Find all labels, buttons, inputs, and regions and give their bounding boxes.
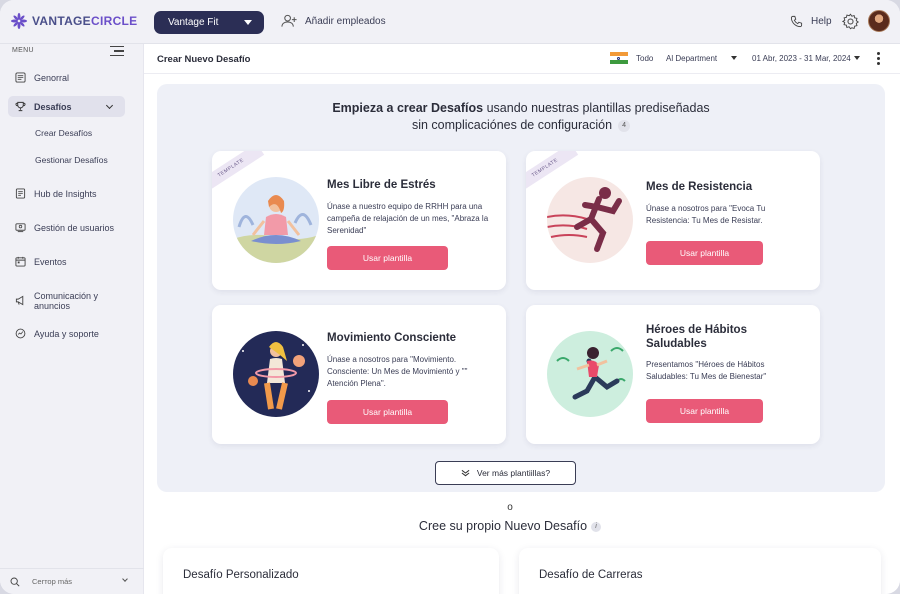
page-header: Crear Nuevo Desafío Todo Al Department 0… xyxy=(144,44,900,74)
meditation-illustration xyxy=(233,177,319,263)
brand-logo[interactable]: VANTAGECIRCLE xyxy=(10,12,137,30)
sidebar-search-label: Cerтор más xyxy=(32,577,73,586)
sidebar-item-label: Comunicación y anuncios xyxy=(34,290,99,311)
sidebar-item-general[interactable]: Genorral xyxy=(8,67,125,88)
gear-icon[interactable] xyxy=(842,13,859,30)
calendar-icon xyxy=(15,256,26,267)
support-icon xyxy=(15,328,26,339)
search-icon xyxy=(10,577,20,587)
sidebar-item-support[interactable]: Ayuda y soporte xyxy=(8,323,125,344)
template-card-mindful-movement: Movimiento Consciente Únase a nosotros p… xyxy=(212,305,506,444)
use-template-button[interactable]: Usar plantilla xyxy=(646,399,763,423)
headline-rest: usando nuestras plantillas prediseñadas xyxy=(483,101,710,115)
sidebar-item-label: Eventos xyxy=(34,256,67,267)
sidebar-subitem-create-challenges[interactable]: Crear Desafíos xyxy=(35,128,92,138)
sidebar-item-communication[interactable]: Comunicación y anuncios xyxy=(8,288,125,313)
vantage-circle-logo-icon xyxy=(10,12,28,30)
user-avatar[interactable] xyxy=(868,10,890,32)
trophy-icon xyxy=(15,101,26,112)
info-icon[interactable]: i xyxy=(591,521,602,532)
users-icon xyxy=(15,223,26,233)
brand-name-part2: CIRCLE xyxy=(91,14,138,28)
card-title: Mes de Resistencia xyxy=(646,181,753,193)
caret-down-icon[interactable] xyxy=(731,56,737,60)
india-flag-icon[interactable] xyxy=(610,52,628,64)
create-own-title: Cree su propio Nuevo Desafío i xyxy=(144,519,876,533)
use-template-button[interactable]: Usar plantilla xyxy=(327,246,448,270)
brand-name: VANTAGECIRCLE xyxy=(32,14,137,28)
template-card-healthy-habits: Héroes de Hábitos Saludables Presentamos… xyxy=(526,305,820,444)
healthy-habits-illustration xyxy=(547,331,633,417)
template-card-endurance: TEMPLATE Mes de Resistencia Únase a noso… xyxy=(526,151,820,290)
sidebar-item-events[interactable]: Eventos xyxy=(8,251,125,272)
mindful-illustration xyxy=(233,331,319,417)
scope-filter[interactable]: Todo xyxy=(636,54,653,63)
headline-bold: Empieza a crear Desafíos xyxy=(332,101,484,115)
help-button[interactable]: Help xyxy=(790,15,832,28)
megaphone-icon xyxy=(15,295,24,306)
product-select[interactable]: Vantage Fit xyxy=(154,11,264,34)
sidebar-item-label: Ayuda y soporte xyxy=(34,328,99,339)
sidebar: MENU Genorral Desafíos Crear Desafíos Ge… xyxy=(0,44,144,594)
headline-line2: sin complicaciónes de configuración xyxy=(411,118,613,132)
add-user-icon xyxy=(281,14,297,27)
use-template-button[interactable]: Usar plantilla xyxy=(327,400,448,424)
sidebar-search[interactable]: Cerтор más xyxy=(0,568,144,594)
brand-name-part1: VANTAGE xyxy=(32,14,91,28)
template-count-badge: 4 xyxy=(618,119,631,132)
sidebar-item-label: Gestión de usuarios xyxy=(34,222,115,233)
caret-down-icon xyxy=(244,20,252,25)
sidebar-subitem-manage-challenges[interactable]: Gestionar Desafíos xyxy=(35,155,108,165)
chevron-down-icon[interactable] xyxy=(105,101,114,110)
sidebar-item-label: Hub de Insights xyxy=(34,188,97,199)
page-title: Crear Nuevo Desafío xyxy=(157,54,251,65)
custom-challenge-title: Desafío Personalizado xyxy=(183,569,299,581)
race-challenge-card[interactable]: Desafío de Carreras xyxy=(519,548,881,594)
double-chevron-down-icon xyxy=(461,469,470,477)
phone-icon xyxy=(790,15,803,28)
card-title: Mes Libre de Estrés xyxy=(327,179,436,191)
view-more-templates-label: Ver más plantiillas? xyxy=(476,468,551,478)
use-template-button[interactable]: Usar plantilla xyxy=(646,241,763,265)
card-description: Presentamos "Héroes de Hábitos Saludable… xyxy=(646,360,767,381)
card-description: Únase a nosotros para "Evoca Tu Resisten… xyxy=(646,204,766,225)
dashboard-icon xyxy=(15,72,26,83)
sidebar-item-insights[interactable]: Hub de Insights xyxy=(8,183,125,204)
top-bar: VANTAGECIRCLE Vantage Fit Añadir emplead… xyxy=(0,0,900,44)
custom-challenge-card[interactable]: Desafío Personalizado xyxy=(163,548,499,594)
add-employees-label: Añadir empleados xyxy=(305,15,386,27)
app-window: VANTAGECIRCLE Vantage Fit Añadir emplead… xyxy=(0,0,900,594)
card-title: Héroes de Hábitos Saludables xyxy=(646,324,747,350)
caret-down-icon[interactable] xyxy=(854,56,860,60)
department-filter[interactable]: Al Department xyxy=(666,54,717,63)
race-challenge-title: Desafío de Carreras xyxy=(539,569,643,581)
product-select-value: Vantage Fit xyxy=(168,17,219,28)
card-title: Movimiento Consciente xyxy=(327,332,457,344)
chevron-down-icon xyxy=(122,576,128,582)
insights-icon xyxy=(15,188,26,199)
create-own-title-text: Cree su propio Nuevo Desafío xyxy=(418,519,588,533)
sidebar-item-user-management[interactable]: Gestión de usuarios xyxy=(8,217,125,238)
sidebar-item-label: Genorral xyxy=(34,72,70,83)
template-card-stress-free: TEMPLATE Mes Libre de Estrés Únase a nue xyxy=(212,151,506,290)
date-range-filter[interactable]: 01 Abr, 2023 - 31 Mar, 2024 xyxy=(752,54,851,63)
hamburger-menu-icon[interactable] xyxy=(110,46,124,56)
or-separator: o xyxy=(507,502,513,513)
runner-illustration xyxy=(547,177,633,263)
help-label: Help xyxy=(811,16,832,27)
card-description: Únase a nosotros para "Movimiento. Consc… xyxy=(327,355,468,388)
main-content: Empieza a crear Desafíos usando nuestras… xyxy=(144,74,900,594)
templates-panel: Empieza a crear Desafíos usando nuestras… xyxy=(157,84,885,492)
add-employees-button[interactable]: Añadir empleados xyxy=(281,14,386,28)
sidebar-item-challenges[interactable]: Desafíos xyxy=(8,96,125,117)
menu-label: MENU xyxy=(12,47,34,54)
card-description: Únase a nuestro equipo de RRHH para una … xyxy=(327,202,489,235)
view-more-templates-button[interactable]: Ver más plantiillas? xyxy=(435,461,576,485)
templates-headline-line2: sin complicaciónes de configuración 4 xyxy=(157,118,885,132)
templates-headline: Empieza a crear Desafíos usando nuestras… xyxy=(157,101,885,115)
more-options-icon[interactable] xyxy=(877,52,880,67)
sidebar-item-label: Desafíos xyxy=(34,101,72,112)
